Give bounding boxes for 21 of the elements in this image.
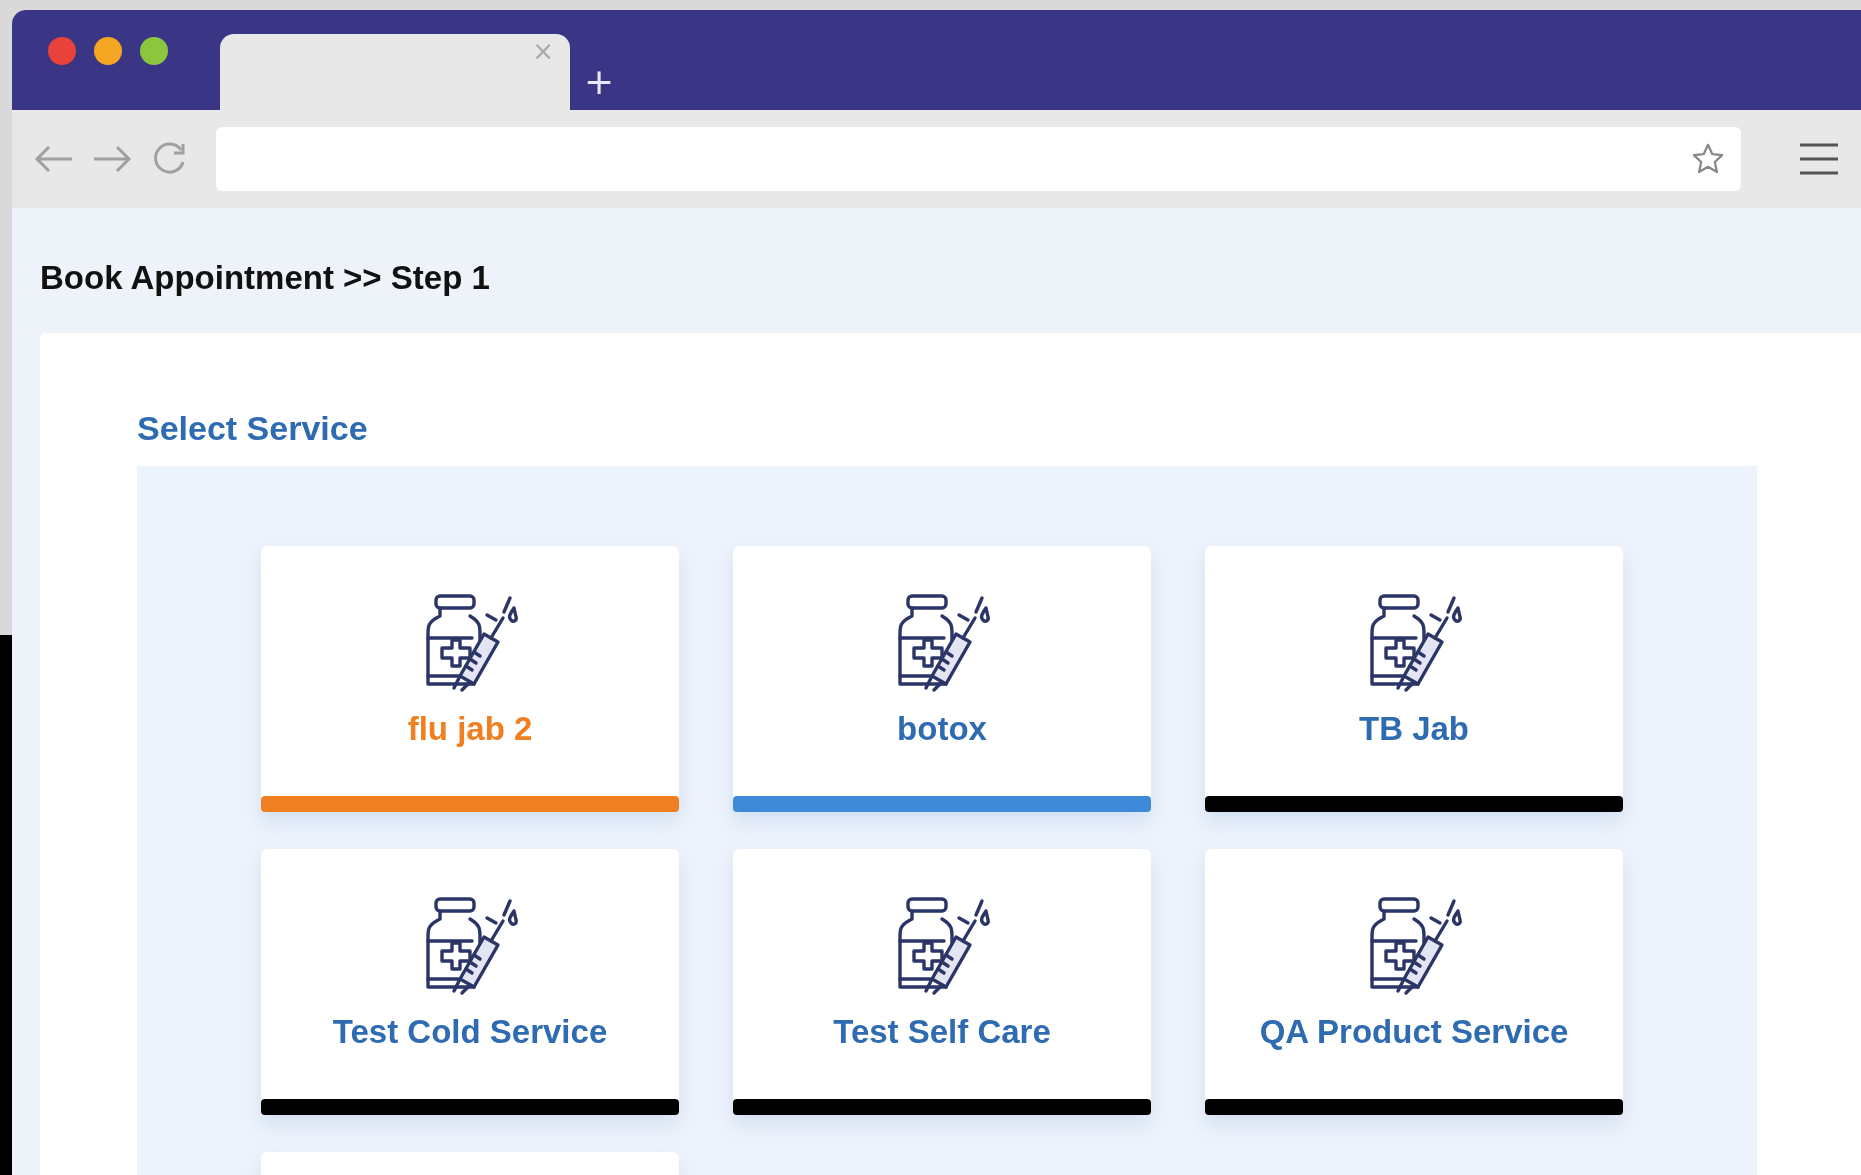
menu-icon[interactable] [1799,142,1839,176]
service-card[interactable]: TB Jab [1205,545,1623,812]
service-name: QA Product Service [1259,1011,1569,1052]
service-name: TB Jab [1359,708,1469,749]
bookmark-star-icon[interactable] [1691,142,1725,176]
service-name: flu jab 2 [407,708,533,749]
service-name: Test Self Care [833,1011,1051,1052]
close-window-icon[interactable] [48,37,76,65]
new-tab-button[interactable]: + [570,64,615,110]
service-card[interactable]: QA Product Service [1205,848,1623,1115]
forward-button[interactable] [92,144,132,174]
service-name: Test Cold Service [332,1011,608,1052]
section-title: Select Service [137,407,369,449]
service-card[interactable]: Test Cold Service [261,848,679,1115]
back-button[interactable] [34,144,74,174]
maximize-window-icon[interactable] [140,37,168,65]
service-card[interactable]: botox [733,545,1151,812]
service-name: botox [897,708,987,749]
service-card[interactable]: Test Self Care [733,848,1151,1115]
page-breadcrumb: Book Appointment >> Step 1 [40,258,491,298]
minimize-window-icon[interactable] [94,37,122,65]
